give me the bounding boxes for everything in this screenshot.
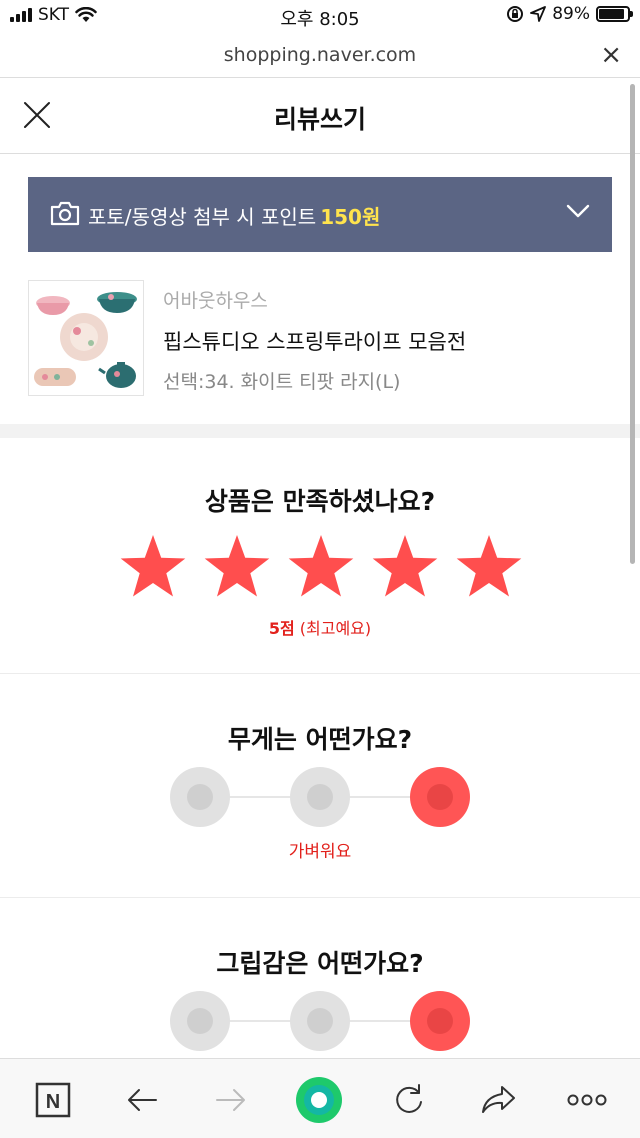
- star-icon[interactable]: [118, 532, 188, 602]
- refresh-icon[interactable]: [384, 1075, 434, 1125]
- share-icon[interactable]: [473, 1075, 523, 1125]
- rating-question: 상품은 만족하셨나요?: [204, 487, 436, 516]
- grip-option-1[interactable]: [170, 991, 230, 1051]
- product-name: 핍스튜디오 스프링투라이프 모음전: [163, 330, 467, 354]
- weight-question: 무게는 어떤가요?: [227, 725, 413, 754]
- rating-score: 5점 (최고예요): [0, 615, 640, 639]
- page-header: 리뷰쓰기: [0, 78, 640, 154]
- star-icon[interactable]: [370, 532, 440, 602]
- score-description: (최고예요): [299, 619, 372, 638]
- location-icon: [530, 6, 547, 22]
- star-icon[interactable]: [202, 532, 272, 602]
- status-bar: SKT 오후 8:05 89%: [0, 0, 640, 34]
- page-title: 리뷰쓰기: [273, 105, 366, 134]
- section-divider: [0, 424, 640, 438]
- star-icon[interactable]: [286, 532, 356, 602]
- photo-points-banner[interactable]: 포토/동영상 첨부 시 포인트 150원: [28, 177, 612, 252]
- orientation-lock-icon: [507, 6, 524, 22]
- battery-percent: 89%: [552, 4, 590, 24]
- section-separator: [0, 897, 640, 898]
- naver-n-icon[interactable]: N: [28, 1075, 78, 1125]
- green-dot-icon[interactable]: [294, 1075, 344, 1125]
- more-icon[interactable]: [562, 1075, 612, 1125]
- forward-arrow-icon[interactable]: [206, 1075, 256, 1125]
- weight-scale: [170, 767, 470, 827]
- star-rating[interactable]: [118, 532, 524, 606]
- back-arrow-icon[interactable]: [117, 1075, 167, 1125]
- banner-label: 포토/동영상 첨부 시 포인트: [88, 205, 317, 229]
- browser-url-bar[interactable]: shopping.naver.com ×: [0, 34, 640, 78]
- scrollbar[interactable]: [630, 84, 635, 564]
- product-option: 선택:34. 화이트 티팟 라지(L): [163, 371, 401, 393]
- product-info: 어바웃하우스 핍스튜디오 스프링투라이프 모음전 선택:34. 화이트 티팟 라…: [28, 280, 612, 398]
- banner-text: 포토/동영상 첨부 시 포인트 150원: [88, 201, 380, 230]
- url-text[interactable]: shopping.naver.com: [0, 44, 640, 66]
- product-brand: 어바웃하우스: [163, 290, 268, 312]
- grip-option-2[interactable]: [290, 991, 350, 1051]
- score-value: 5점: [268, 619, 295, 638]
- svg-text:N: N: [46, 1091, 60, 1113]
- weight-option-1[interactable]: [170, 767, 230, 827]
- grip-scale: [170, 991, 470, 1051]
- chevron-down-icon[interactable]: [566, 203, 590, 219]
- weight-option-2[interactable]: [290, 767, 350, 827]
- battery-icon: [596, 6, 633, 22]
- close-tab-icon[interactable]: ×: [600, 40, 622, 70]
- grip-option-3[interactable]: [410, 991, 470, 1051]
- grip-question: 그립감은 어떤가요?: [216, 949, 424, 978]
- banner-points: 150원: [320, 205, 381, 229]
- section-separator: [0, 673, 640, 674]
- browser-toolbar: N: [0, 1058, 640, 1138]
- camera-icon: [50, 201, 80, 226]
- weight-option-3[interactable]: [410, 767, 470, 827]
- weight-selected-label: 가벼워요: [288, 842, 352, 862]
- product-thumbnail: [28, 280, 144, 396]
- star-icon[interactable]: [454, 532, 524, 602]
